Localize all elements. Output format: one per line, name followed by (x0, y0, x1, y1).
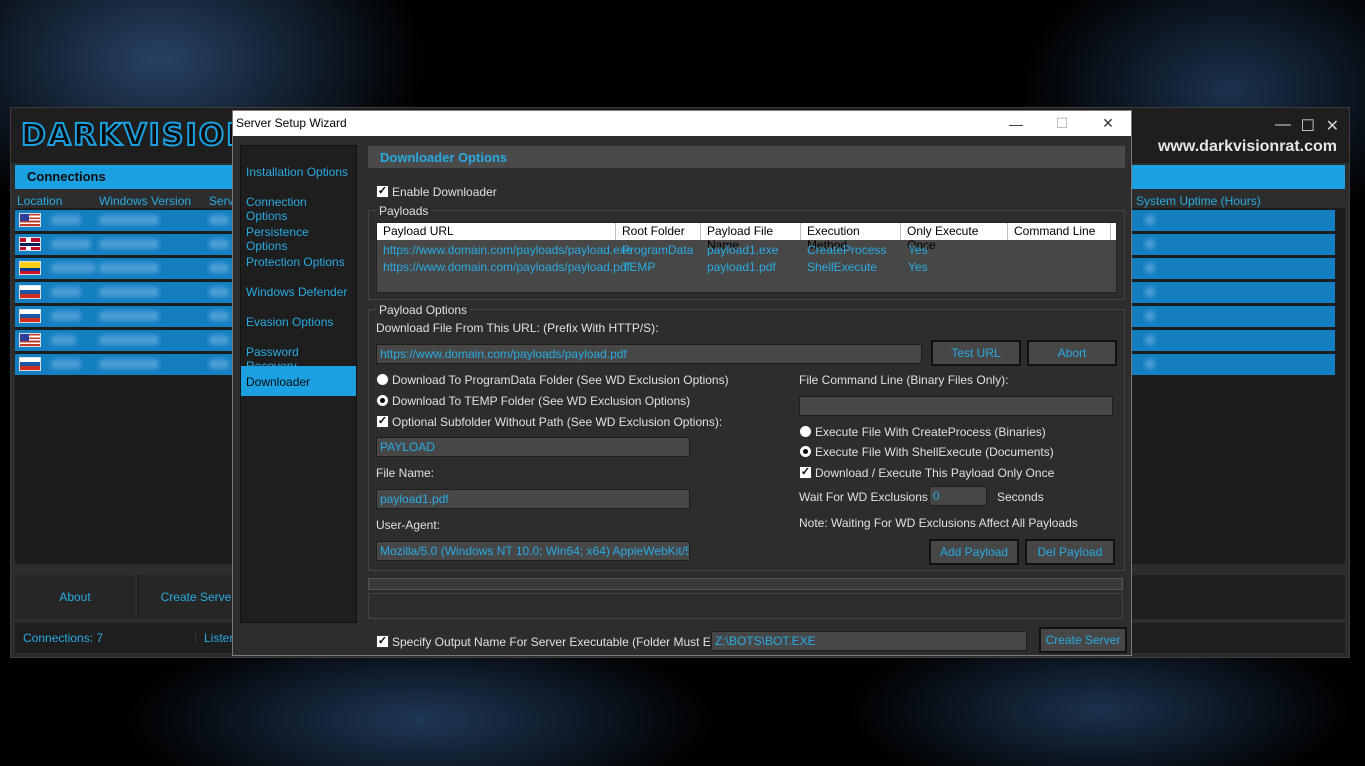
execute-once-label: Download / Execute This Payload Only Onc… (815, 466, 1055, 480)
russia-flag-icon (19, 309, 41, 323)
section-title: Downloader Options (368, 146, 1125, 168)
payload-options-title: Payload Options (376, 303, 471, 317)
wizard-nav: Installation Options Connection Options … (240, 145, 357, 623)
app-logo: DARKVISION (20, 117, 254, 154)
wizard-minimize-icon[interactable]: — (993, 111, 1039, 136)
cell-root-folder: TEMP (622, 260, 656, 274)
output-path-input[interactable]: Z:\BOTS\BOT.EXE (711, 631, 1027, 651)
header-payload-file-name[interactable]: Payload File Name (701, 223, 801, 252)
programdata-radio-label: Download To ProgramData Folder (See WD E… (392, 373, 729, 387)
server-setup-wizard: Server Setup Wizard — ☐ ✕ Installation O… (232, 110, 1132, 656)
cell-execute-once: Yes (908, 243, 928, 257)
cell-file-name: payload1.exe (707, 243, 779, 257)
cell-execute-once: Yes (908, 260, 928, 274)
russia-flag-icon (19, 285, 41, 299)
execute-once-checkbox[interactable]: ✓ (799, 466, 812, 479)
russia-flag-icon (19, 357, 41, 371)
payloads-table[interactable]: Payload URL Root Folder Payload File Nam… (376, 222, 1117, 293)
download-url-input[interactable]: https://www.domain.com/payloads/payload.… (376, 344, 922, 364)
nav-evasion-options[interactable]: Evasion Options (241, 306, 356, 336)
us-flag-icon (19, 333, 41, 347)
nav-password-recovery[interactable]: Password Recovery (241, 336, 356, 373)
us-flag-icon (19, 213, 41, 227)
header-execution-method[interactable]: Execution Method (801, 223, 901, 252)
create-server-button[interactable]: Create Server (1039, 627, 1127, 653)
add-payload-button[interactable]: Add Payload (929, 539, 1019, 565)
close-icon[interactable]: ✕ (1326, 116, 1339, 136)
createprocess-radio-label: Execute File With CreateProcess (Binarie… (815, 425, 1046, 439)
website-label: www.darkvisionrat.com (1157, 138, 1337, 155)
column-system-uptime[interactable]: System Uptime (Hours) (1136, 194, 1261, 208)
wd-note: Note: Waiting For WD Exclusions Affect A… (799, 516, 1078, 530)
wizard-titlebar: Server Setup Wizard — ☐ ✕ (233, 111, 1131, 136)
nav-persistence-options[interactable]: Persistence Options (241, 216, 356, 253)
subfolder-label: Optional Subfolder Without Path (See WD … (392, 415, 723, 429)
subfolder-checkbox[interactable]: ✓ (376, 415, 389, 428)
header-root-folder[interactable]: Root Folder (616, 223, 701, 240)
output-name-checkbox[interactable]: ✓ (376, 635, 389, 648)
nav-downloader[interactable]: Downloader (241, 366, 356, 396)
maximize-icon[interactable]: ☐ (1301, 116, 1315, 136)
cell-root-folder: ProgramData (622, 243, 694, 257)
shellexecute-radio-label: Execute File With ShellExecute (Document… (815, 445, 1054, 459)
seconds-label: Seconds (997, 490, 1044, 504)
cell-payload-url: https://www.domain.com/payloads/payload.… (383, 260, 630, 274)
user-agent-input[interactable]: Mozilla/5.0 (Windows NT 10.0; Win64; x64… (376, 541, 690, 561)
header-payload-url[interactable]: Payload URL (377, 223, 616, 240)
enable-downloader-checkbox[interactable]: ✓ (376, 185, 389, 198)
output-name-label: Specify Output Name For Server Executabl… (392, 635, 737, 649)
abort-button[interactable]: Abort (1027, 340, 1117, 366)
download-url-label: Download File From This URL: (Prefix Wit… (376, 321, 659, 335)
header-command-line[interactable]: Command Line (1008, 223, 1111, 240)
nav-installation-options[interactable]: Installation Options (241, 156, 356, 186)
cell-file-name: payload1.pdf (707, 260, 776, 274)
command-line-label: File Command Line (Binary Files Only): (799, 373, 1009, 387)
wait-seconds-input[interactable]: 0 (929, 486, 987, 506)
cell-execution-method: ShellExecute (807, 260, 878, 274)
del-payload-button[interactable]: Del Payload (1025, 539, 1115, 565)
temp-radio[interactable] (376, 394, 389, 407)
column-location[interactable]: Location (17, 194, 62, 208)
cell-execution-method: CreateProcess (807, 243, 887, 257)
test-url-button[interactable]: Test URL (931, 340, 1021, 366)
command-line-input[interactable] (799, 396, 1113, 416)
wizard-maximize-icon[interactable]: ☐ (1039, 111, 1085, 136)
header-only-execute-once[interactable]: Only Execute Once (901, 223, 1008, 252)
nav-protection-options[interactable]: Protection Options (241, 246, 356, 276)
about-button[interactable]: About (15, 575, 137, 619)
nav-connection-options[interactable]: Connection Options (241, 186, 356, 223)
listen-status: Listen (195, 631, 236, 645)
connections-count: Connections: 7 (23, 631, 104, 645)
cell-payload-url: https://www.domain.com/payloads/payload.… (383, 243, 633, 257)
payloads-group-title: Payloads (376, 204, 432, 218)
file-name-label: File Name: (376, 466, 435, 480)
log-box (368, 593, 1123, 619)
wizard-close-icon[interactable]: ✕ (1085, 111, 1131, 136)
enable-downloader-label: Enable Downloader (392, 185, 497, 199)
payloads-table-header: Payload URL Root Folder Payload File Nam… (377, 223, 1116, 252)
minimize-icon[interactable]: — (1275, 116, 1291, 134)
wizard-title: Server Setup Wizard (236, 116, 347, 130)
colombia-flag-icon (19, 261, 41, 275)
norway-flag-icon (19, 237, 41, 251)
user-agent-label: User-Agent: (376, 518, 441, 532)
programdata-radio[interactable] (376, 373, 389, 386)
createprocess-radio[interactable] (799, 425, 812, 438)
subfolder-input[interactable]: PAYLOAD (376, 437, 690, 457)
file-name-input[interactable]: payload1.pdf (376, 489, 690, 509)
progress-bar (368, 578, 1123, 590)
nav-windows-defender[interactable]: Windows Defender (241, 276, 356, 306)
shellexecute-radio[interactable] (799, 445, 812, 458)
temp-radio-label: Download To TEMP Folder (See WD Exclusio… (392, 394, 691, 408)
wait-wd-label: Wait For WD Exclusions: (799, 490, 932, 504)
column-windows-version[interactable]: Windows Version (99, 194, 191, 208)
